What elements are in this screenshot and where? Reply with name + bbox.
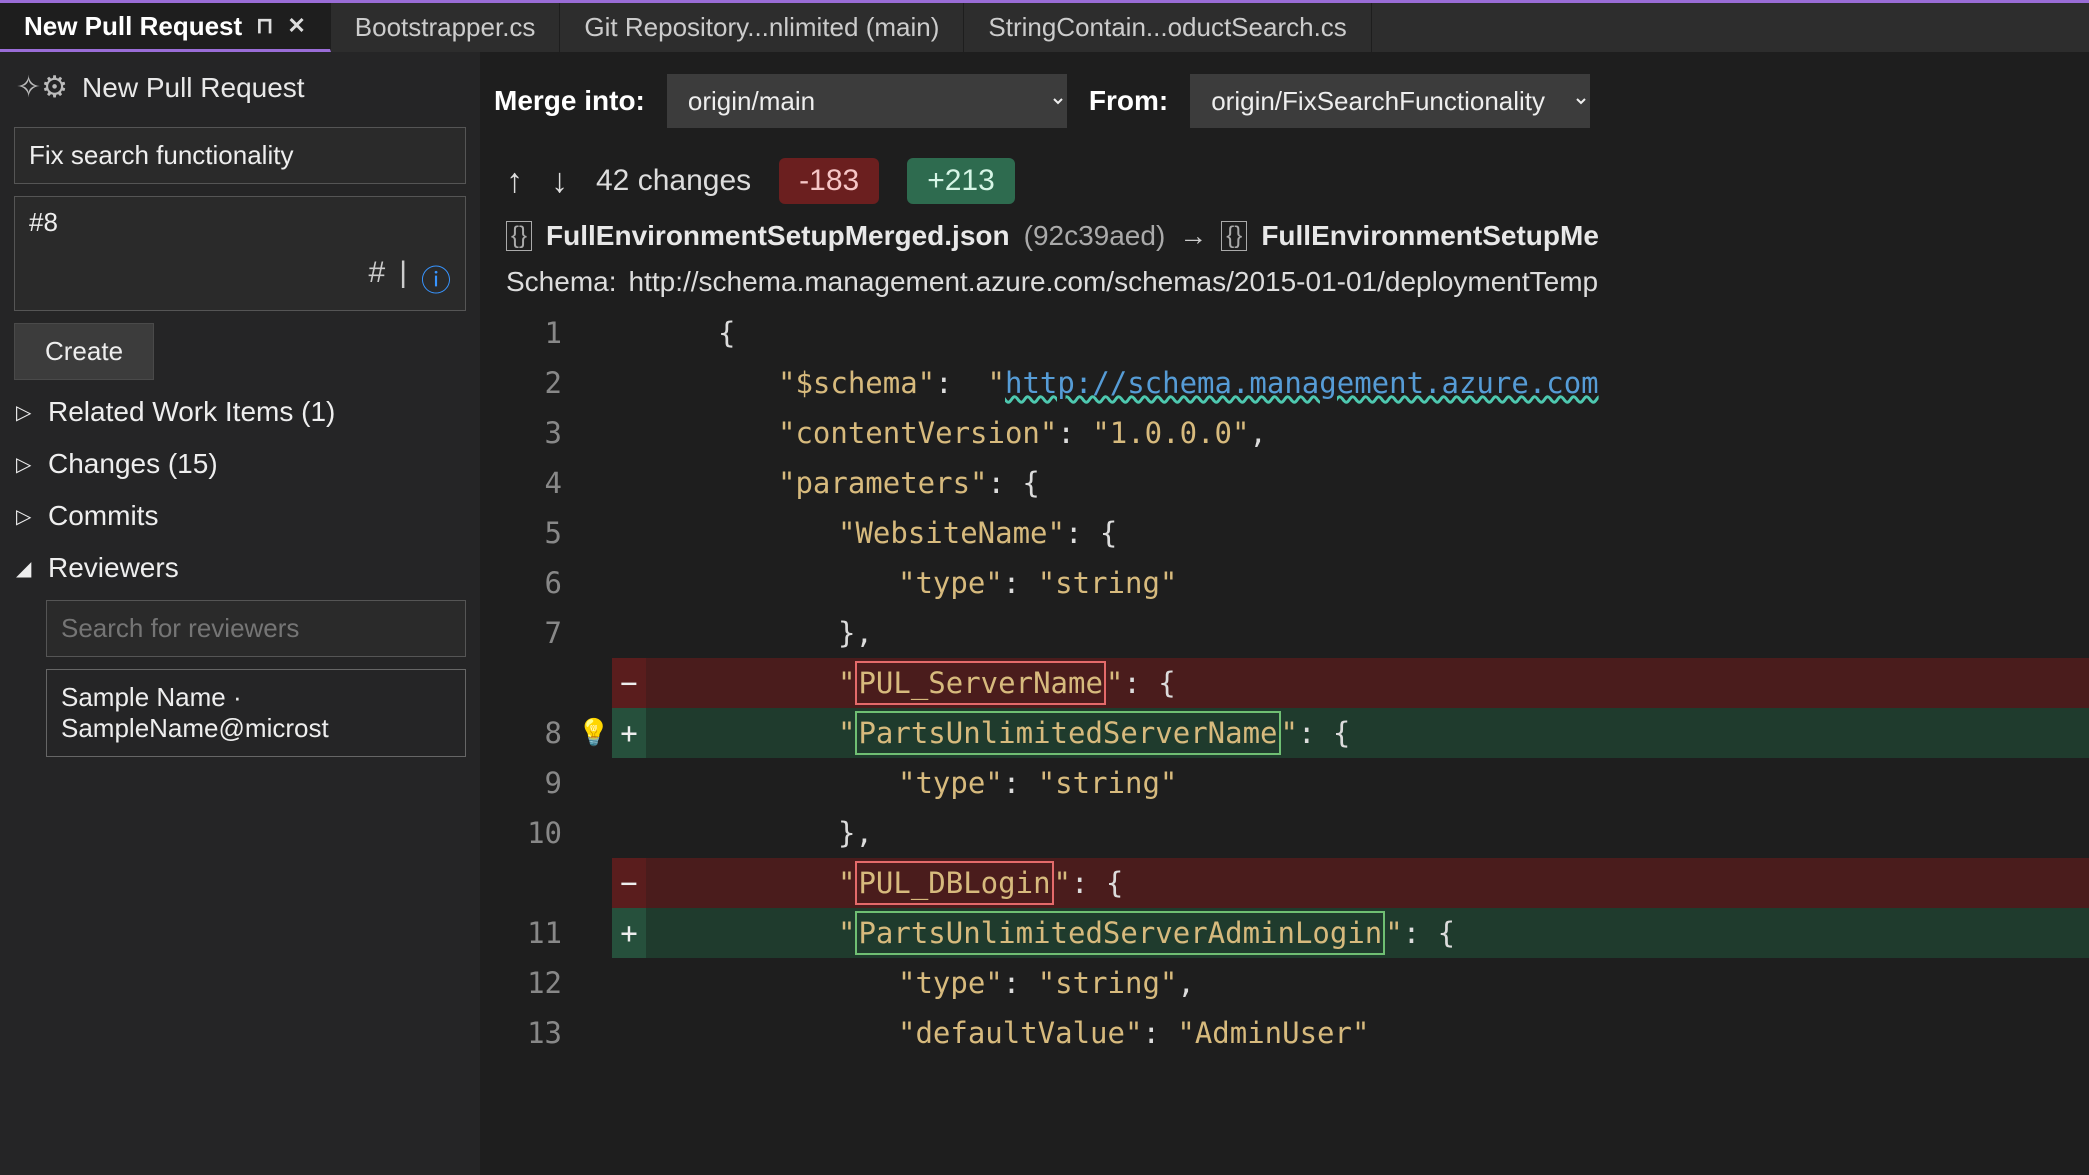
reviewer-chip[interactable]: Sample Name · SampleName@microst [46, 669, 466, 757]
chevron-right-icon: ▷ [16, 452, 38, 477]
tree-related-work-items[interactable]: ▷ Related Work Items (1) [14, 392, 466, 432]
diff-code-view[interactable]: 123 456 78 910 111213 💡 − + − + [480, 308, 2089, 1175]
tab-label: Git Repository...nlimited (main) [584, 12, 939, 43]
tree-label: Related Work Items (1) [48, 396, 335, 428]
pr-sparkle-icon: ✧⚙ [16, 70, 68, 105]
pr-form-panel: ✧⚙ New Pull Request #8 # | ⓘ Create ▷ Re… [0, 52, 480, 1175]
schema-label: Schema: [506, 266, 617, 298]
deletions-pill: -183 [779, 158, 879, 204]
pin-icon[interactable]: ⊓ [256, 13, 273, 39]
file-right-name: FullEnvironmentSetupMe [1261, 220, 1599, 252]
tree-commits[interactable]: ▷ Commits [14, 496, 466, 536]
chevron-right-icon: ▷ [16, 504, 38, 529]
line-number-gutter: 123 456 78 910 111213 [480, 308, 576, 1175]
pr-description-value: #8 [15, 197, 465, 248]
merge-into-select[interactable]: origin/main [667, 74, 1067, 128]
tab-string-contain[interactable]: StringContain...oductSearch.cs [964, 3, 1371, 52]
diff-sign-gutter: − + − + [612, 308, 646, 1175]
additions-pill: +213 [907, 158, 1015, 204]
next-change-icon[interactable]: ↓ [551, 162, 568, 201]
chevron-right-icon: ▷ [16, 400, 38, 425]
tab-bootstrapper[interactable]: Bootstrapper.cs [331, 3, 561, 52]
pr-description-box[interactable]: #8 # | ⓘ [14, 196, 466, 311]
hint-gutter: 💡 [576, 308, 612, 1175]
close-icon[interactable]: ✕ [287, 13, 305, 39]
hash-icon[interactable]: # [369, 256, 386, 300]
pr-panel-title: New Pull Request [82, 72, 305, 104]
from-label: From: [1089, 85, 1168, 117]
tree-changes[interactable]: ▷ Changes (15) [14, 444, 466, 484]
create-button[interactable]: Create [14, 323, 154, 380]
schema-url: http://schema.management.azure.com/schem… [629, 266, 1599, 298]
diff-removed-token: PUL_ServerName [855, 661, 1105, 705]
file-left-name: FullEnvironmentSetupMerged.json [546, 220, 1010, 252]
reviewer-search-input[interactable] [46, 600, 466, 657]
changes-count: 42 changes [596, 164, 751, 198]
merge-into-label: Merge into: [494, 85, 645, 117]
diff-plus-icon: + [612, 908, 646, 958]
tab-git-repository[interactable]: Git Repository...nlimited (main) [560, 3, 964, 52]
file-icon: {} [1221, 221, 1247, 251]
diff-added-token: PartsUnlimitedServerName [855, 711, 1280, 755]
lightbulb-icon[interactable]: 💡 [576, 708, 612, 758]
diff-added-token: PartsUnlimitedServerAdminLogin [855, 911, 1385, 955]
tab-bar: New Pull Request ⊓ ✕ Bootstrapper.cs Git… [0, 0, 2089, 52]
prev-change-icon[interactable]: ↑ [506, 162, 523, 201]
divider: | [399, 256, 407, 300]
tab-label: Bootstrapper.cs [355, 12, 536, 43]
tree-label: Commits [48, 500, 158, 532]
tab-label: StringContain...oductSearch.cs [988, 12, 1346, 43]
tab-new-pull-request[interactable]: New Pull Request ⊓ ✕ [0, 3, 331, 52]
file-left-hash: (92c39aed) [1024, 220, 1166, 252]
pr-title-input[interactable] [14, 127, 466, 184]
diff-removed-token: PUL_DBLogin [855, 861, 1053, 905]
tree-label: Changes (15) [48, 448, 218, 480]
code-content: { "$schema": "http://schema.management.a… [646, 308, 2089, 1175]
from-select[interactable]: origin/FixSearchFunctionality [1190, 74, 1590, 128]
tree-label: Reviewers [48, 552, 179, 584]
diff-plus-icon: + [612, 708, 646, 758]
info-icon[interactable]: ⓘ [421, 256, 451, 300]
chevron-down-icon: ◢ [16, 556, 38, 581]
diff-minus-icon: − [612, 858, 646, 908]
arrow-icon: → [1179, 220, 1207, 252]
tree-reviewers[interactable]: ◢ Reviewers [14, 548, 466, 588]
diff-minus-icon: − [612, 658, 646, 708]
file-icon: {} [506, 221, 532, 251]
tab-label: New Pull Request [24, 11, 242, 42]
diff-panel: Merge into: origin/main From: origin/Fix… [480, 52, 2089, 1175]
